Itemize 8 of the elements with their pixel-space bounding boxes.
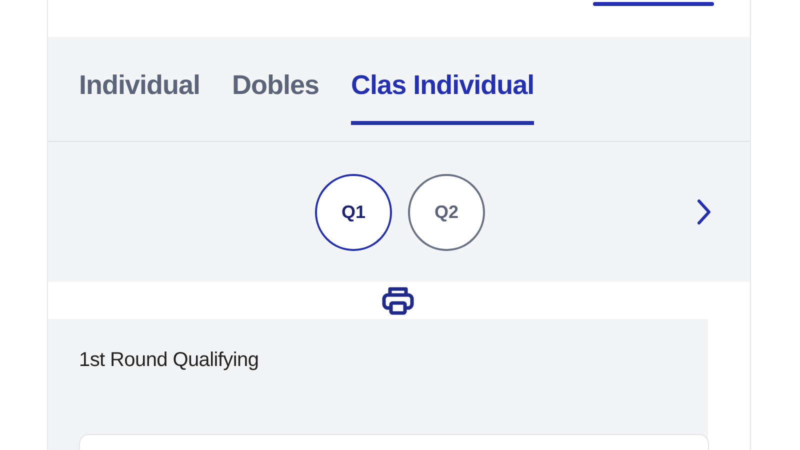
tab[interactable]: Individual [79, 37, 200, 125]
section-title: 1st Round Qualifying [79, 349, 260, 372]
round-button[interactable]: Q2 [408, 174, 485, 250]
print-icon[interactable] [381, 286, 415, 316]
round-button[interactable]: Q1 [315, 174, 392, 250]
tab[interactable]: Clas Individual [351, 37, 534, 125]
chevron-right-icon[interactable] [696, 198, 712, 226]
tab[interactable]: Dobles [232, 37, 320, 125]
